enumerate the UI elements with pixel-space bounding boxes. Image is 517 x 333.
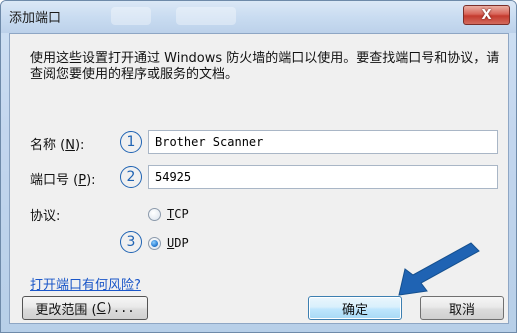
add-port-dialog: 添加端口 X 使用这些设置打开通过 Windows 防火墙的端口以使用。要查找端… — [0, 0, 517, 333]
close-button[interactable]: X — [463, 5, 510, 25]
step-1-marker: 1 — [120, 131, 142, 153]
ok-button[interactable]: 确定 — [308, 296, 402, 320]
window-title: 添加端口 — [9, 11, 62, 26]
name-input[interactable]: Brother Scanner — [148, 130, 498, 154]
title-bar[interactable]: 添加端口 X — [1, 1, 516, 33]
port-number-input[interactable]: 54925 — [148, 165, 498, 189]
dialog-body: 使用这些设置打开通过 Windows 防火墙的端口以使用。要查找端口号和协议，请… — [9, 33, 509, 324]
title-bar-blur — [176, 7, 236, 25]
step-2-marker: 2 — [120, 166, 142, 188]
close-icon: X — [481, 7, 492, 23]
tcp-radio-circle[interactable] — [148, 207, 161, 221]
port-risk-link[interactable]: 打开端口有何风险? — [30, 274, 141, 293]
udp-radio-label: UDP — [167, 236, 189, 250]
title-bar-blur — [111, 7, 151, 25]
tcp-radio-label: TCP — [167, 207, 189, 221]
change-scope-button[interactable]: 更改范围 (C)... — [22, 296, 148, 320]
radio-selected-dot — [151, 239, 158, 247]
name-label: 名称 (N): — [30, 138, 85, 153]
cancel-button[interactable]: 取消 — [420, 296, 504, 320]
tcp-radio[interactable]: TCP — [148, 207, 189, 221]
protocol-label: 协议: — [30, 209, 61, 224]
udp-radio-circle[interactable] — [148, 236, 161, 250]
step-3-marker: 3 — [120, 231, 142, 253]
description-text: 使用这些设置打开通过 Windows 防火墙的端口以使用。要查找端口号和协议，请… — [30, 51, 500, 82]
port-label: 端口号 (P): — [30, 173, 96, 188]
udp-radio[interactable]: UDP — [148, 236, 189, 250]
